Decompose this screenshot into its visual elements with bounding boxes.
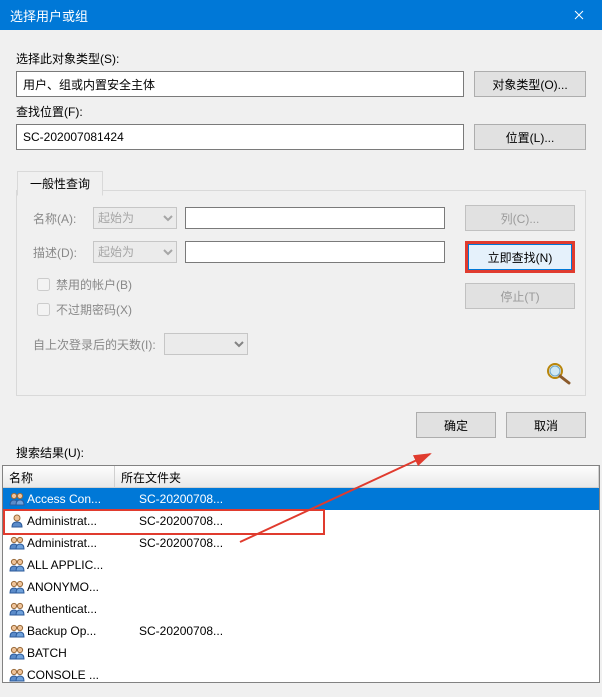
- cell-name: ANONYMO...: [27, 580, 135, 594]
- find-now-button[interactable]: 立即查找(N): [468, 244, 572, 270]
- object-types-button[interactable]: 对象类型(O)...: [474, 71, 586, 97]
- title-text: 选择用户或组: [10, 6, 556, 25]
- object-type-label: 选择此对象类型(S):: [16, 50, 586, 67]
- name-label: 名称(A):: [33, 210, 93, 227]
- tab-common-queries[interactable]: 一般性查询: [17, 171, 103, 196]
- desc-mode-select: 起始为: [93, 241, 177, 263]
- group-icon: [7, 645, 27, 661]
- cell-name: ALL APPLIC...: [27, 558, 135, 572]
- table-row[interactable]: CONSOLE ...: [3, 664, 599, 683]
- group-icon: [7, 557, 27, 573]
- desc-label: 描述(D):: [33, 244, 93, 261]
- cell-folder: SC-20200708...: [135, 536, 595, 550]
- disabled-accounts-checkbox: [37, 278, 50, 291]
- table-row[interactable]: ANONYMO...: [3, 576, 599, 598]
- cell-folder: SC-20200708...: [135, 514, 595, 528]
- table-row[interactable]: BATCH: [3, 642, 599, 664]
- table-row[interactable]: Administrat...SC-20200708...: [3, 532, 599, 554]
- cancel-button[interactable]: 取消: [506, 412, 586, 438]
- table-row[interactable]: Authenticat...: [3, 598, 599, 620]
- search-icon: [543, 361, 575, 385]
- titlebar: 选择用户或组: [0, 0, 602, 30]
- group-icon: [7, 601, 27, 617]
- cell-folder: SC-20200708...: [135, 492, 595, 506]
- group-icon: [7, 491, 27, 507]
- group-icon: [7, 535, 27, 551]
- cell-name: Access Con...: [27, 492, 135, 506]
- table-row[interactable]: Backup Op...SC-20200708...: [3, 620, 599, 642]
- table-row[interactable]: Access Con...SC-20200708...: [3, 488, 599, 510]
- ok-button[interactable]: 确定: [416, 412, 496, 438]
- close-button[interactable]: [556, 0, 602, 30]
- cell-name: CONSOLE ...: [27, 668, 135, 682]
- days-since-logon-label: 自上次登录后的天数(I):: [33, 336, 156, 353]
- name-mode-select: 起始为: [93, 207, 177, 229]
- desc-input[interactable]: [185, 241, 445, 263]
- cell-name: Authenticat...: [27, 602, 135, 616]
- cell-name: BATCH: [27, 646, 135, 660]
- table-row[interactable]: ALL APPLIC...: [3, 554, 599, 576]
- non-expiring-password-checkbox: [37, 303, 50, 316]
- results-header: 名称 所在文件夹: [3, 466, 599, 488]
- user-icon: [7, 513, 27, 529]
- cell-folder: SC-20200708...: [135, 624, 595, 638]
- query-tab-panel: 一般性查询 名称(A): 起始为 描述(D): 起始为 禁用的帐户(B) 不过期…: [16, 190, 586, 396]
- col-name[interactable]: 名称: [3, 466, 115, 487]
- non-expiring-password-label: 不过期密码(X): [56, 301, 132, 318]
- cell-name: Administrat...: [27, 536, 135, 550]
- stop-button: 停止(T): [465, 283, 575, 309]
- name-input[interactable]: [185, 207, 445, 229]
- columns-button: 列(C)...: [465, 205, 575, 231]
- location-label: 查找位置(F):: [16, 103, 586, 120]
- cell-name: Administrat...: [27, 514, 135, 528]
- locations-button[interactable]: 位置(L)...: [474, 124, 586, 150]
- disabled-accounts-label: 禁用的帐户(B): [56, 276, 132, 293]
- group-icon: [7, 667, 27, 683]
- group-icon: [7, 579, 27, 595]
- table-row[interactable]: Administrat...SC-20200708...: [3, 510, 599, 532]
- group-icon: [7, 623, 27, 639]
- days-since-logon-select: [164, 333, 248, 355]
- col-folder[interactable]: 所在文件夹: [115, 466, 599, 487]
- close-icon: [574, 10, 584, 20]
- location-field[interactable]: [16, 124, 464, 150]
- results-list[interactable]: 名称 所在文件夹 Access Con...SC-20200708...Admi…: [2, 465, 600, 683]
- results-label: 搜索结果(U):: [0, 444, 602, 465]
- object-type-field[interactable]: [16, 71, 464, 97]
- cell-name: Backup Op...: [27, 624, 135, 638]
